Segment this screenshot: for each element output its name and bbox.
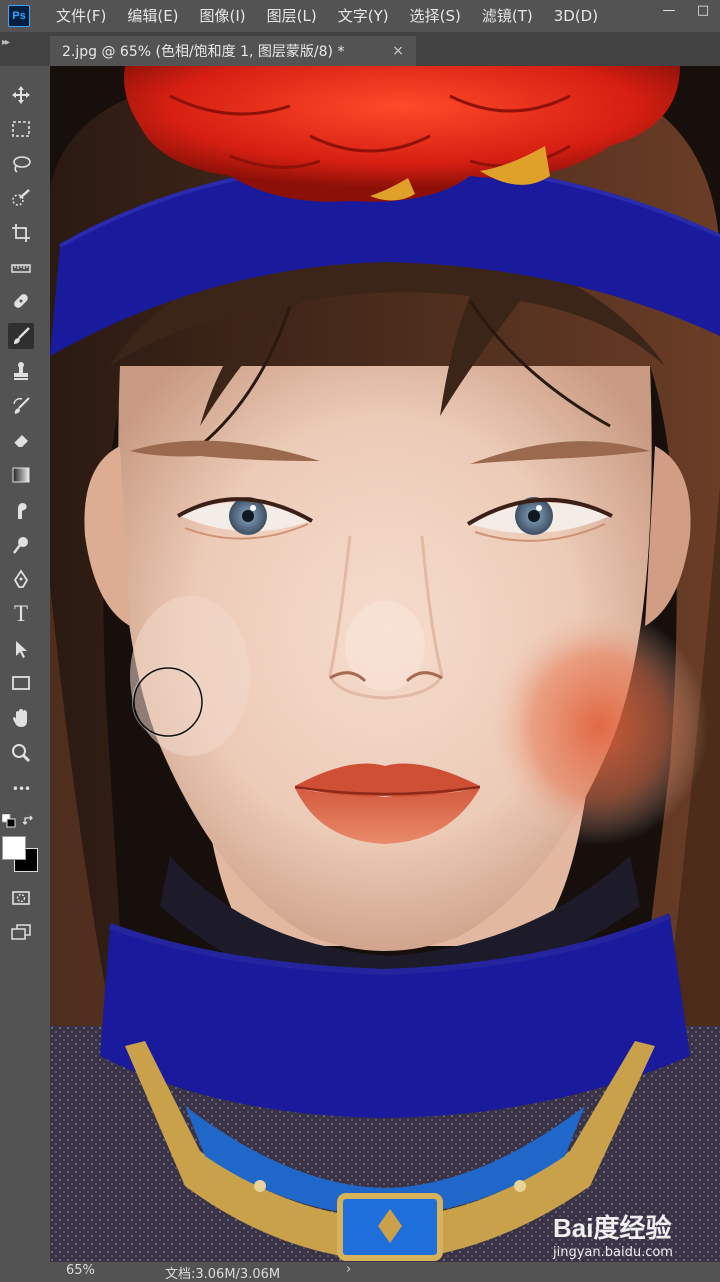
marquee-tool-icon[interactable]	[8, 116, 34, 142]
eraser-tool-icon[interactable]	[8, 427, 34, 453]
document-tab[interactable]: 2.jpg @ 65% (色相/饱和度 1, 图层蒙版/8) * ×	[50, 36, 416, 66]
smudge-tool-icon[interactable]	[8, 497, 34, 523]
menu-file[interactable]: 文件(F)	[56, 0, 106, 32]
gradient-tool-icon[interactable]	[8, 462, 34, 488]
ruler-tool-icon[interactable]	[8, 255, 34, 281]
swap-colors-icon[interactable]	[22, 814, 36, 828]
menu-bar: Ps 文件(F) 编辑(E) 图像(I) 图层(L) 文字(Y) 选择(S) 滤…	[0, 0, 720, 32]
baidu-jingyan-watermark: Bai度经验	[553, 1213, 672, 1243]
document-size-info: 文档:3.06M/3.06M	[165, 1267, 281, 1282]
brush-tool-icon[interactable]	[8, 323, 34, 349]
menu-filter[interactable]: 滤镜(T)	[482, 0, 533, 32]
pen-tool-icon[interactable]	[8, 566, 34, 592]
lasso-tool-icon[interactable]	[8, 151, 34, 177]
menu-edit[interactable]: 编辑(E)	[127, 0, 178, 32]
history-brush-tool-icon[interactable]	[8, 393, 34, 419]
quick-mask-icon[interactable]	[8, 885, 34, 911]
more-tools-icon[interactable]: •••	[8, 776, 34, 802]
menu-3d[interactable]: 3D(D)	[554, 0, 598, 32]
type-tool-glyph: T	[13, 601, 29, 626]
quick-select-tool-icon[interactable]	[8, 185, 34, 211]
foreground-color-swatch[interactable]	[2, 836, 26, 860]
photoshop-logo: Ps	[8, 5, 30, 27]
status-bar: 65% 文档:3.06M/3.06M ›	[0, 1262, 720, 1282]
close-tab-button[interactable]: ×	[392, 43, 404, 59]
type-tool-icon[interactable]: T	[8, 601, 34, 627]
document-tab-strip: ▸▸ 2.jpg @ 65% (色相/饱和度 1, 图层蒙版/8) * ×	[0, 32, 720, 66]
move-tool-icon[interactable]	[8, 82, 34, 108]
color-swatches	[0, 810, 44, 882]
crop-tool-icon[interactable]	[8, 220, 34, 246]
window-controls: — □	[652, 0, 720, 20]
portrait-image	[50, 66, 720, 1262]
dodge-tool-icon[interactable]	[8, 532, 34, 558]
zoom-tool-icon[interactable]	[8, 740, 34, 766]
collapse-panels-icon[interactable]: ▸▸	[2, 37, 10, 48]
more-tools-glyph: •••	[11, 782, 31, 796]
healing-brush-tool-icon[interactable]	[8, 288, 34, 314]
clone-stamp-tool-icon[interactable]	[8, 358, 34, 384]
menu-image[interactable]: 图像(I)	[200, 0, 246, 32]
zoom-level[interactable]: 65%	[66, 1263, 95, 1278]
tools-panel: T •••	[0, 66, 44, 1262]
menu-layer[interactable]: 图层(L)	[267, 0, 317, 32]
status-menu-arrow[interactable]: ›	[346, 1262, 351, 1277]
document-tab-title: 2.jpg @ 65% (色相/饱和度 1, 图层蒙版/8) *	[62, 44, 345, 60]
menu-type[interactable]: 文字(Y)	[338, 0, 389, 32]
document-canvas[interactable]	[50, 66, 720, 1262]
maximize-button[interactable]: □	[686, 0, 720, 20]
menu-select[interactable]: 选择(S)	[410, 0, 461, 32]
rectangle-tool-icon[interactable]	[8, 670, 34, 696]
path-selection-tool-icon[interactable]	[8, 636, 34, 662]
default-colors-icon[interactable]	[2, 814, 16, 828]
screen-mode-icon[interactable]	[8, 919, 34, 945]
watermark-url: jingyan.baidu.com	[553, 1245, 673, 1260]
hand-tool-icon[interactable]	[8, 705, 34, 731]
minimize-button[interactable]: —	[652, 0, 686, 20]
